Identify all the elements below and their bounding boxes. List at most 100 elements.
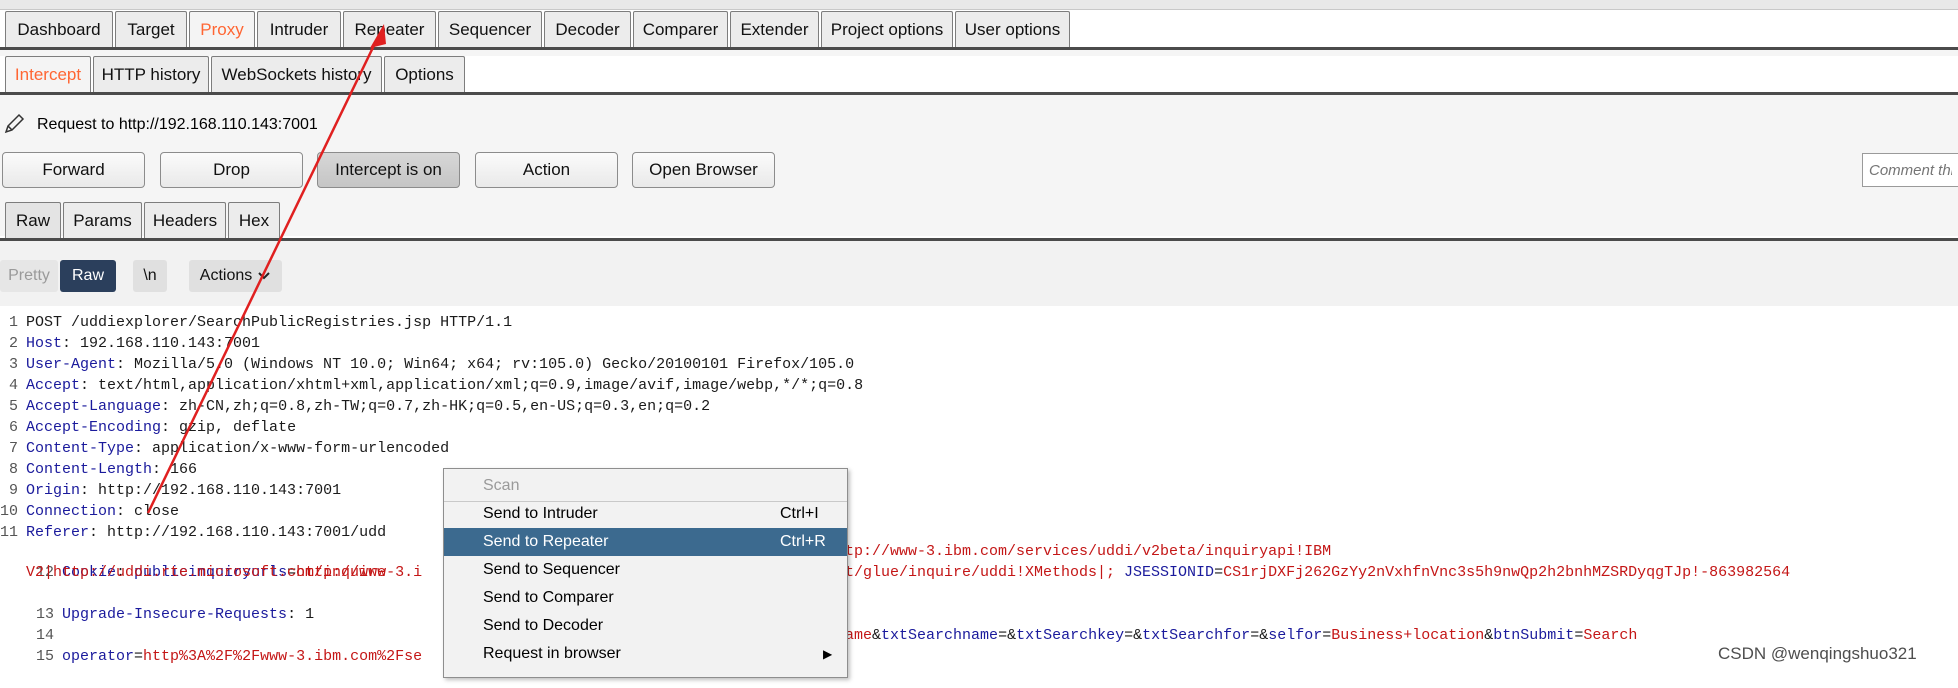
request-line-15: 15 operator=http%3A%2F%2Fwww-3.ibm.com%2F… xyxy=(0,625,422,665)
tab-options[interactable]: Options xyxy=(384,56,465,92)
tab-label: Target xyxy=(127,19,175,39)
request-line-1: 1 POST /uddiexplorer/SearchPublicRegistri… xyxy=(0,312,512,333)
request-line-8: 8 Content-Length: 166 xyxy=(0,459,197,480)
open-browser-button[interactable]: Open Browser xyxy=(632,152,775,188)
line-number: 15 xyxy=(36,648,55,665)
button-label: Forward xyxy=(42,160,105,179)
tab-repeater[interactable]: Repeater xyxy=(343,11,436,47)
body-param-name: txtSearchname xyxy=(881,627,999,644)
body-param-name: txtSearchfor xyxy=(1142,627,1251,644)
menu-item-send-to-sequencer[interactable]: Send to Sequencer xyxy=(444,556,847,584)
body-separator: & xyxy=(1484,627,1494,644)
tab-label: Intercept xyxy=(14,64,82,84)
header-value: POST /uddiexplorer/SearchPublicRegistrie… xyxy=(26,314,513,331)
tab-project-options[interactable]: Project options xyxy=(821,11,953,47)
tab-hex[interactable]: Hex xyxy=(228,202,280,238)
request-line-5: 5 Accept-Language: zh-CN,zh;q=0.8,zh-TW;q… xyxy=(0,396,710,417)
header-value: text/html,application/xhtml+xml,applicat… xyxy=(98,377,864,394)
tab-intruder[interactable]: Intruder xyxy=(257,11,341,47)
request-line-7: 7 Content-Type: application/x-www-form-ur… xyxy=(0,438,449,459)
header-name: Upgrade-Insecure-Requests xyxy=(62,606,288,623)
tab-comparer[interactable]: Comparer xyxy=(633,11,728,47)
tab-dashboard[interactable]: Dashboard xyxy=(5,11,113,47)
button-label: Open Browser xyxy=(649,160,758,179)
watermark: CSDN @wenqingshuo321 xyxy=(1718,644,1917,663)
cookie-equals: = xyxy=(1214,564,1224,581)
pencil-icon xyxy=(2,112,26,141)
tab-sequencer[interactable]: Sequencer xyxy=(438,11,542,47)
tab-label: Extender xyxy=(740,19,809,39)
header-separator: : xyxy=(80,377,99,394)
request-line-6: 6 Accept-Encoding: gzip, deflate xyxy=(0,417,296,438)
request-line-13: 13 Upgrade-Insecure-Requests: 1 xyxy=(0,583,314,623)
header-separator: : xyxy=(134,440,153,457)
menu-item-send-to-decoder[interactable]: Send to Decoder xyxy=(444,612,847,640)
line-number: 3 xyxy=(8,356,18,373)
raw-button[interactable]: Raw xyxy=(60,260,116,292)
tab-target[interactable]: Target xyxy=(115,11,187,47)
jsessionid-value: CS1rjDXFj262GzYy2nVxhfnVnc3s5h9nwQp2h2bn… xyxy=(1223,564,1791,581)
body-equals: = xyxy=(134,648,144,665)
intercept-toggle-button[interactable]: Intercept is on xyxy=(317,152,460,188)
drop-button[interactable]: Drop xyxy=(160,152,303,188)
tab-headers[interactable]: Headers xyxy=(144,202,226,238)
forward-button[interactable]: Forward xyxy=(2,152,145,188)
header-name: Content-Type xyxy=(26,440,135,457)
tab-label: Proxy xyxy=(200,19,244,39)
header-value: 192.168.110.143:7001 xyxy=(80,335,261,352)
tab-label: Repeater xyxy=(354,19,425,39)
body-param-name: btnSubmit xyxy=(1493,627,1575,644)
header-separator: : xyxy=(80,482,99,499)
menu-item-request-in-browser[interactable]: Request in browser ▶ xyxy=(444,640,847,668)
tab-user-options[interactable]: User options xyxy=(955,11,1070,47)
actions-dropdown[interactable]: Actions xyxy=(189,260,282,292)
tab-intercept[interactable]: Intercept xyxy=(5,56,91,92)
header-name: Accept-Encoding xyxy=(26,419,162,436)
cookie-value: tp://www-3.ibm.com/services/uddi/v2beta/… xyxy=(845,543,1332,560)
tab-label: WebSockets history xyxy=(221,64,372,84)
menu-item-scan: Scan xyxy=(444,472,847,500)
body-param-value: ame xyxy=(845,627,873,644)
menu-item-send-to-intruder[interactable]: Send to Intruder Ctrl+I xyxy=(444,500,847,528)
tab-label: Headers xyxy=(152,210,218,230)
button-label: \n xyxy=(143,267,157,284)
request-editor[interactable]: 1 POST /uddiexplorer/SearchPublicRegistri… xyxy=(0,306,1958,676)
menu-item-send-to-repeater[interactable]: Send to Repeater Ctrl+R xyxy=(444,528,847,556)
tab-decoder[interactable]: Decoder xyxy=(544,11,631,47)
action-button[interactable]: Action xyxy=(475,152,618,188)
body-separator: & xyxy=(1133,627,1143,644)
body-param-name: selfor xyxy=(1268,627,1323,644)
request-target-label: Request to http://192.168.110.143:7001 xyxy=(37,116,318,133)
cookie-line-wrap-tail: t/glue/inquire/uddi!XMethods|; JSESSIONI… xyxy=(845,562,1790,583)
newline-toggle-button[interactable]: \n xyxy=(133,260,167,292)
request-line-11: 11 Referer: http://192.168.110.143:7001/u… xyxy=(0,522,386,543)
menu-item-label: Send to Decoder xyxy=(483,617,604,634)
tab-extender[interactable]: Extender xyxy=(730,11,819,47)
body-separator: & xyxy=(1259,627,1269,644)
button-label: Action xyxy=(522,160,571,179)
tab-params[interactable]: Params xyxy=(63,202,142,238)
comment-input[interactable] xyxy=(1862,153,1958,187)
menu-item-send-to-comparer[interactable]: Send to Comparer xyxy=(444,584,847,612)
tab-label: Project options xyxy=(830,19,944,39)
request-line-3: 3 User-Agent: Mozilla/5.0 (Windows NT 10.… xyxy=(0,354,854,375)
tab-http-history[interactable]: HTTP history xyxy=(93,56,209,92)
line-number: 9 xyxy=(8,482,18,499)
tab-proxy[interactable]: Proxy xyxy=(189,11,255,47)
body-separator: = xyxy=(1322,627,1332,644)
tab-label: Raw xyxy=(15,210,50,230)
proxy-tab-bar: Intercept HTTP history WebSockets histor… xyxy=(5,56,467,92)
body-separator: = xyxy=(1124,627,1134,644)
pretty-button[interactable]: Pretty xyxy=(0,260,58,292)
header-separator: : xyxy=(62,335,81,352)
submenu-arrow-icon: ▶ xyxy=(823,647,833,661)
cookie-value: t/glue/inquire/uddi!XMethods|; xyxy=(845,564,1125,581)
tab-raw[interactable]: Raw xyxy=(5,202,61,238)
header-name: Content-Length xyxy=(26,461,153,478)
line-number: 4 xyxy=(8,377,18,394)
request-line-4: 4 Accept: text/html,application/xhtml+xml… xyxy=(0,375,863,396)
tab-websockets-history[interactable]: WebSockets history xyxy=(211,56,382,92)
line-number: 7 xyxy=(8,440,18,457)
body-separator: = xyxy=(998,627,1008,644)
line-number: 5 xyxy=(8,398,18,415)
